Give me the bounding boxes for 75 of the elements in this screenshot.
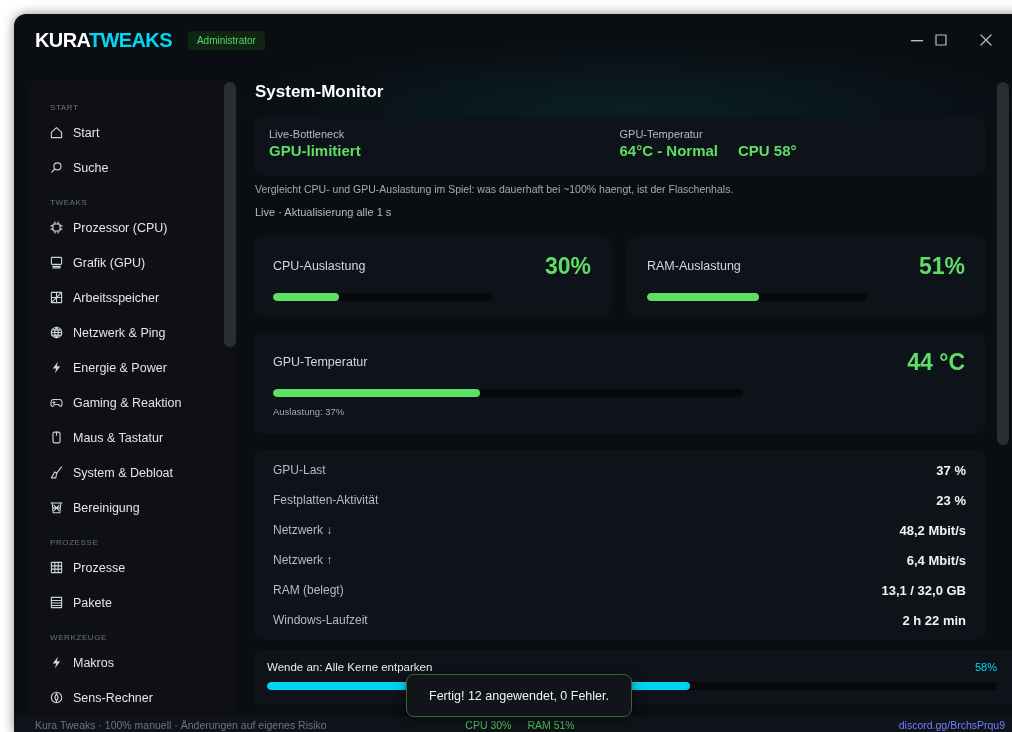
section-heading: TWEAKS [50, 197, 89, 209]
live-note: Live · Aktualisierung alle 1 s [255, 205, 393, 219]
close-icon [980, 34, 992, 46]
meter-value: 44 °C [907, 348, 965, 376]
stat-label: Festplatten-Aktivität [273, 493, 379, 507]
section-heading: START [50, 102, 80, 114]
status-value: CPU 58° [738, 141, 797, 161]
meter-value: 30% [544, 252, 591, 280]
cpu-usage-text: CPU 30% [465, 718, 512, 732]
stat-value: 13,1 / 32,0 GB [881, 582, 966, 598]
maximize-icon [935, 34, 947, 46]
task-label: Wende an: Alle Kerne entparken [267, 661, 433, 673]
meter-value: 51% [918, 252, 965, 280]
stat-value: 2 h 22 min [902, 612, 966, 628]
sidebar-item[interactable]: Prozessor (CPU) [50, 210, 216, 245]
sidebar-item[interactable]: Sens-Rechner [50, 680, 216, 715]
search-icon [50, 161, 63, 174]
stat-value: 37 % [936, 462, 966, 478]
status-value: GPU-limitiert [269, 141, 361, 161]
meter-label: RAM-Auslastung [647, 259, 741, 273]
ram-usage-text: RAM 51% [527, 718, 575, 732]
house-icon [50, 126, 63, 139]
lightning-icon [50, 656, 63, 669]
sidebar-item[interactable]: Netzwerk & Ping [50, 315, 216, 350]
sidebar-item[interactable]: Bereinigung [50, 490, 216, 525]
role-badge: Administrator [187, 30, 265, 50]
stat-value: 48,2 Mbit/s [899, 522, 966, 538]
brush-icon [50, 466, 63, 479]
compass-icon [50, 691, 63, 704]
globe-icon [50, 326, 63, 339]
sidebar-item[interactable]: Grafik (GPU) [50, 245, 216, 280]
stat-label: Windows-Laufzeit [273, 613, 368, 627]
status-text: Kura Tweaks · 100% manuell · Änderungen auf eigenes Risiko [35, 718, 328, 732]
section-heading: WERKZEUGE [50, 632, 108, 644]
description-text: Vergleicht CPU- und GPU-Auslastung im Spiel: was dauerhaft bei ~100% haengt, ist der Flaschenhals. [255, 182, 735, 196]
sidebar-item[interactable]: Arbeitsspeicher [50, 280, 216, 315]
sidebar-item[interactable]: Pakete [50, 585, 216, 620]
sidebar-item[interactable]: Energie & Power [50, 350, 216, 385]
meter-label: GPU-Temperatur [273, 355, 368, 369]
list-icon [50, 596, 63, 609]
task-percent: 58% [974, 661, 997, 673]
stat-label: RAM (belegt) [273, 583, 344, 597]
toast-message: Fertig! 12 angewendet, 0 Fehler. [406, 674, 632, 717]
stat-value: 23 % [936, 492, 966, 508]
scrollbar-thumb[interactable] [997, 82, 1009, 445]
sidebar-item[interactable]: Maus & Tastatur [50, 420, 216, 455]
chart-icon [50, 291, 63, 304]
field-label: Live-Bottleneck [269, 127, 346, 141]
app-logo: KURATWEAKS [35, 28, 172, 52]
sidebar-item[interactable]: Makros [50, 645, 216, 680]
sidebar-item[interactable]: Gaming & Reaktion [50, 385, 216, 420]
trash-icon [50, 501, 63, 514]
minimize-icon [911, 40, 923, 42]
grid-icon [50, 561, 63, 574]
stat-label: Netzwerk ↓ [273, 523, 333, 537]
stat-label: Netzwerk ↑ [273, 553, 333, 567]
mouse-icon [50, 431, 63, 444]
page-title: System-Monitor [255, 81, 385, 103]
meter-label: CPU-Auslastung [273, 259, 366, 273]
stat-label: GPU-Last [273, 463, 326, 477]
scrollbar-thumb[interactable] [224, 82, 236, 347]
gamepad-icon [50, 396, 63, 409]
sidebar-item[interactable]: System & Debloat [50, 455, 216, 490]
usage-note: Auslastung: 37% [273, 405, 346, 418]
monitor-icon [50, 256, 63, 269]
chip-icon [50, 221, 63, 234]
section-heading: PROZESSE [50, 537, 100, 549]
status-value: 64°C - Normal [619, 141, 719, 161]
sidebar-item[interactable]: Start [50, 115, 216, 150]
link[interactable]: discord.gg/BrchsPrqu9 [898, 718, 1005, 732]
field-label: GPU-Temperatur [619, 127, 704, 141]
stat-value: 6,4 Mbit/s [906, 552, 966, 568]
sidebar-item[interactable]: Prozesse [50, 550, 216, 585]
lightning-icon [50, 361, 63, 374]
sidebar-item[interactable]: Suche [50, 150, 216, 185]
